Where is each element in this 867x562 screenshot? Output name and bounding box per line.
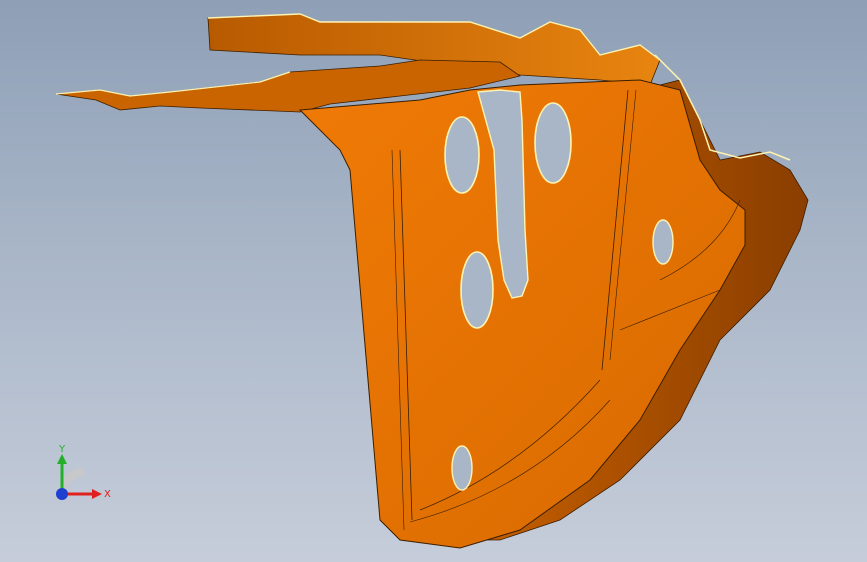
sheet-metal-bracket-model[interactable] [0, 0, 867, 562]
y-axis-label: Y [58, 444, 66, 455]
hole [451, 445, 473, 491]
hole [534, 102, 572, 184]
3d-viewport[interactable]: Y X [0, 0, 867, 562]
hole [460, 251, 494, 329]
hole [444, 116, 480, 194]
x-axis-arrow [92, 489, 102, 499]
hole [652, 219, 674, 265]
y-axis-arrow [57, 454, 67, 464]
z-axis-dot [56, 488, 68, 500]
x-axis-label: X [104, 489, 111, 500]
axis-triad[interactable]: Y X [50, 440, 120, 510]
